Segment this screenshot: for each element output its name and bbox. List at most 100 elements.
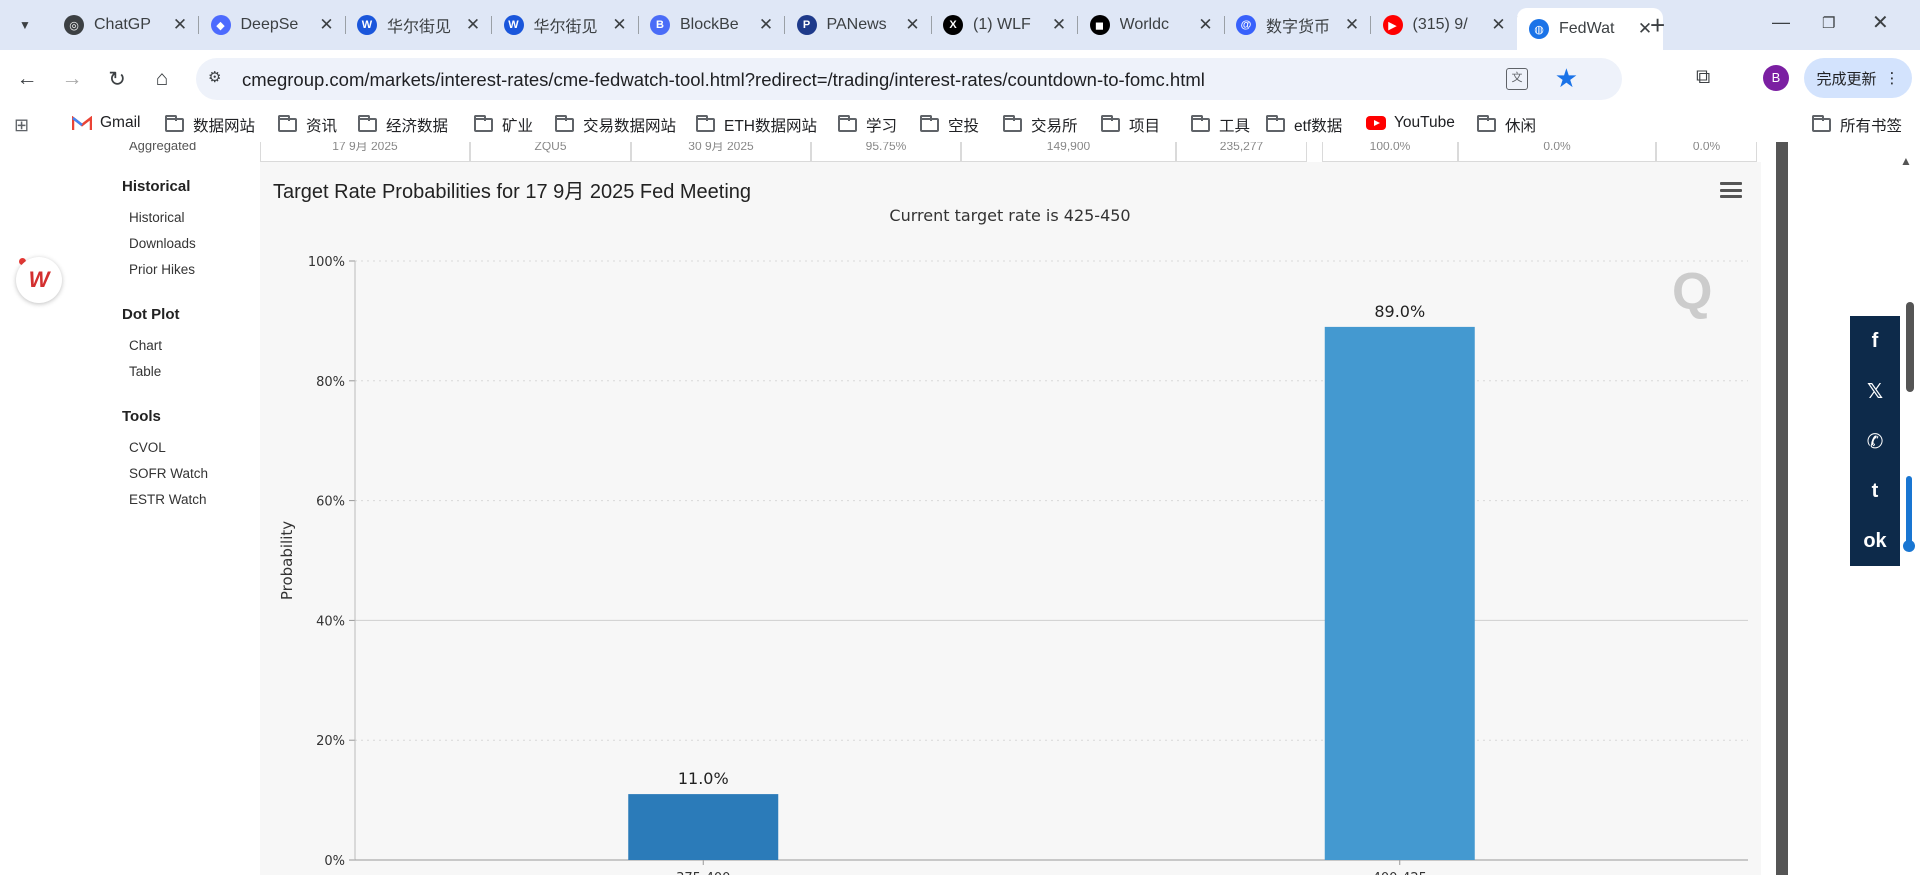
folder-icon bbox=[696, 115, 715, 132]
x-tick-label: 400-425 bbox=[1373, 871, 1427, 875]
bookmark-1[interactable]: 数据网站 bbox=[165, 114, 255, 136]
translate-icon[interactable]: 文 bbox=[1506, 68, 1528, 90]
tab-9[interactable]: ▶ (315) 9/ ✕ bbox=[1371, 8, 1518, 42]
folder-icon bbox=[1477, 115, 1496, 132]
close-tab-icon[interactable]: ✕ bbox=[463, 15, 483, 35]
profile-avatar[interactable]: B bbox=[1763, 65, 1789, 91]
extensions-puzzle-icon[interactable]: ⧉ bbox=[1696, 66, 1720, 90]
sidebar-link[interactable]: Table bbox=[129, 364, 161, 379]
update-label: 完成更新 bbox=[1816, 70, 1877, 88]
folder-icon bbox=[1266, 115, 1285, 132]
bookmark-10[interactable]: 项目 bbox=[1101, 114, 1160, 136]
bookmark-label: ETH数据网站 bbox=[724, 118, 818, 135]
bookmark-star-icon[interactable]: ★ bbox=[1555, 63, 1578, 94]
bookmark-0[interactable]: Gmail bbox=[71, 114, 140, 132]
bookmark-3[interactable]: 经济数据 bbox=[358, 114, 448, 136]
y-axis-title: Probability bbox=[278, 521, 296, 600]
table-cell: 0.0% bbox=[1458, 142, 1656, 162]
tab-strip: ▼ ◎ ChatGP ✕ ◆ DeepSe ✕ W 华尔街见 ✕ W 华尔街见 ✕ B BlockBe ✕ P… bbox=[0, 0, 1920, 50]
tab-5[interactable]: P PANews ✕ bbox=[785, 8, 932, 42]
tab-10[interactable]: ◍ FedWat ✕ bbox=[1517, 8, 1663, 50]
bookmark-label: 项目 bbox=[1129, 118, 1161, 135]
wps-floating-icon[interactable]: W bbox=[16, 257, 62, 303]
close-tab-icon[interactable]: ✕ bbox=[317, 15, 337, 35]
sidebar-link-aggregated[interactable]: Aggregated bbox=[129, 142, 196, 152]
back-arrow-icon[interactable]: ← bbox=[12, 64, 42, 94]
restore-icon[interactable]: ❐ bbox=[1822, 14, 1835, 32]
gmail-icon bbox=[71, 114, 93, 131]
bookmark-13[interactable]: YouTube bbox=[1366, 114, 1455, 132]
page-scrollbar[interactable] bbox=[1776, 142, 1788, 875]
bookmark-12[interactable]: etf数据 bbox=[1266, 114, 1342, 136]
sidebar-link[interactable]: ESTR Watch bbox=[129, 492, 207, 507]
close-window-icon[interactable]: ✕ bbox=[1872, 10, 1889, 35]
bookmark-9[interactable]: 交易所 bbox=[1003, 114, 1078, 136]
close-tab-icon[interactable]: ✕ bbox=[1489, 15, 1509, 35]
tab-0[interactable]: ◎ ChatGP ✕ bbox=[52, 8, 199, 42]
page-content: Aggregated 17 9月 2025 ZQU5 30 9月 2025 95.75… bbox=[0, 142, 1920, 875]
bookmark-label: 资讯 bbox=[306, 118, 338, 135]
sidebar-link[interactable]: Downloads bbox=[129, 236, 196, 251]
close-tab-icon[interactable]: ✕ bbox=[756, 15, 776, 35]
bookmark-4[interactable]: 矿业 bbox=[474, 114, 533, 136]
home-icon[interactable]: ⌂ bbox=[147, 64, 177, 94]
globe-icon: ◍ bbox=[1529, 19, 1549, 39]
youtube-icon: ▶ bbox=[1382, 15, 1403, 35]
bookmark-11[interactable]: 工具 bbox=[1191, 114, 1250, 136]
table-cell: 0.0% bbox=[1656, 142, 1757, 162]
bookmark-8[interactable]: 空投 bbox=[920, 114, 979, 136]
tab-4[interactable]: B BlockBe ✕ bbox=[638, 8, 785, 42]
address-bar[interactable]: ⚙ cmegroup.com/markets/interest-rates/cm… bbox=[196, 58, 1622, 100]
sidebar-link[interactable]: CVOL bbox=[129, 440, 166, 455]
scroll-up-arrow-icon[interactable]: ▲ bbox=[1900, 154, 1912, 168]
update-button[interactable]: 完成更新 ⋮ bbox=[1804, 58, 1912, 98]
reload-icon[interactable]: ↻ bbox=[102, 64, 132, 94]
sidebar-link[interactable]: Prior Hikes bbox=[129, 262, 195, 277]
table-cell bbox=[1307, 142, 1322, 162]
bookmark-6[interactable]: ETH数据网站 bbox=[696, 114, 817, 136]
tumblr-icon[interactable]: t bbox=[1850, 466, 1900, 516]
chart-menu-icon[interactable] bbox=[1720, 182, 1742, 198]
bookmark-label: YouTube bbox=[1394, 114, 1455, 131]
bookmark-2[interactable]: 资讯 bbox=[278, 114, 337, 136]
x-tick-label: 375-400 bbox=[676, 871, 730, 875]
bookmark-5[interactable]: 交易数据网站 bbox=[555, 114, 676, 136]
close-tab-icon[interactable]: ✕ bbox=[903, 15, 923, 35]
tab-search-chevron-icon[interactable]: ▼ bbox=[12, 12, 38, 38]
sidebar-link[interactable]: SOFR Watch bbox=[129, 466, 208, 481]
facebook-icon[interactable]: f bbox=[1850, 316, 1900, 366]
bookmark-14[interactable]: 休闲 bbox=[1477, 114, 1536, 136]
new-tab-button[interactable]: + bbox=[1650, 12, 1665, 38]
sidebar-link[interactable]: Chart bbox=[129, 338, 162, 353]
tab-6[interactable]: X (1) WLF ✕ bbox=[931, 8, 1078, 42]
tab-8[interactable]: @ 数字货币 ✕ bbox=[1224, 8, 1371, 42]
thermometer-icon bbox=[1906, 476, 1912, 546]
table-cell: 235,277 bbox=[1176, 142, 1307, 162]
url-text[interactable]: cmegroup.com/markets/interest-rates/cme-… bbox=[242, 69, 1205, 91]
close-tab-icon[interactable]: ✕ bbox=[610, 15, 630, 35]
close-tab-icon[interactable]: ✕ bbox=[170, 15, 190, 35]
x-icon[interactable]: 𝕏 bbox=[1850, 366, 1900, 416]
forward-arrow-icon[interactable]: → bbox=[57, 64, 87, 94]
close-tab-icon[interactable]: ✕ bbox=[1049, 15, 1069, 35]
minimize-icon[interactable]: — bbox=[1772, 12, 1790, 33]
apps-grid-icon[interactable]: ⊞ bbox=[14, 115, 34, 135]
tab-7[interactable]: ◼ Worldc ✕ bbox=[1078, 8, 1225, 42]
bookmark-label: 交易数据网站 bbox=[583, 118, 677, 135]
odnoklassniki-icon[interactable]: ok bbox=[1850, 516, 1900, 566]
tab-2[interactable]: W 华尔街见 ✕ bbox=[345, 8, 492, 42]
close-tab-icon[interactable]: ✕ bbox=[1342, 15, 1362, 35]
coinmarket-icon: @ bbox=[1236, 15, 1256, 35]
site-info-icon[interactable]: ⚙ bbox=[208, 68, 230, 90]
close-tab-icon[interactable]: ✕ bbox=[1196, 15, 1216, 35]
whatsapp-icon[interactable]: ✆ bbox=[1850, 416, 1900, 466]
folder-icon bbox=[278, 115, 297, 132]
all-bookmarks[interactable]: 所有书签 bbox=[1812, 114, 1902, 136]
bookmark-7[interactable]: 学习 bbox=[838, 114, 897, 136]
tab-3[interactable]: W 华尔街见 ✕ bbox=[492, 8, 639, 42]
folder-icon bbox=[555, 115, 574, 132]
right-scrollbar-thumb[interactable] bbox=[1906, 302, 1914, 392]
tab-title: ChatGP bbox=[94, 16, 151, 33]
tab-1[interactable]: ◆ DeepSe ✕ bbox=[199, 8, 346, 42]
tab-title: (1) WLF bbox=[973, 16, 1031, 33]
